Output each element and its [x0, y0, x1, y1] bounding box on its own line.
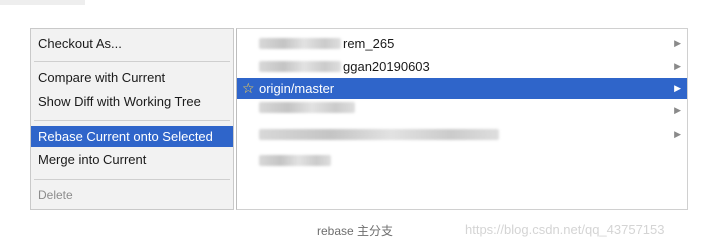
branch-name: ggan20190603 — [343, 59, 430, 74]
obscured-branch-name — [259, 155, 331, 166]
menu-item-checkout-as[interactable]: Checkout As... — [31, 33, 233, 54]
branch-name: rem_265 — [343, 36, 395, 51]
star-icon: ☆ — [242, 80, 255, 96]
menu-separator — [34, 179, 230, 180]
menu-item-delete: Delete — [38, 188, 73, 202]
chevron-right-icon: ▶ — [674, 83, 681, 93]
menu-item-rebase-current[interactable]: Rebase Current onto Selected — [31, 126, 233, 147]
chevron-right-icon: ▶ — [674, 61, 681, 71]
branch-row[interactable]: ggan20190603 ▶ — [237, 56, 687, 77]
branch-row[interactable]: ▶ — [237, 100, 687, 121]
obscured-branch-name — [259, 38, 341, 49]
menu-item-merge-into-current[interactable]: Merge into Current — [31, 149, 233, 170]
branch-row[interactable]: ▶ — [237, 124, 687, 145]
branch-row-origin-master[interactable]: ☆ origin/master ▶ — [237, 78, 687, 99]
menu-item-show-diff[interactable]: Show Diff with Working Tree — [31, 91, 233, 112]
image-caption: rebase 主分支 — [317, 224, 394, 238]
obscured-branch-name — [259, 129, 499, 140]
chevron-right-icon: ▶ — [674, 129, 681, 139]
obscured-branch-name — [259, 102, 355, 113]
watermark: https://blog.csdn.net/qq_43757153 — [465, 222, 665, 237]
menu-separator — [34, 61, 230, 62]
branch-row[interactable] — [237, 150, 687, 171]
chevron-right-icon: ▶ — [674, 38, 681, 48]
branch-context-menu: Checkout As... Compare with Current Show… — [30, 28, 234, 210]
menu-separator — [34, 120, 230, 121]
menu-item-compare-with-current[interactable]: Compare with Current — [31, 67, 233, 88]
branch-name: origin/master — [259, 81, 335, 96]
branch-row[interactable]: rem_265 ▶ — [237, 33, 687, 54]
branch-list: rem_265 ▶ ggan20190603 ▶ ☆ origin/master… — [236, 28, 688, 210]
chevron-right-icon: ▶ — [674, 105, 681, 115]
top-strip — [0, 0, 85, 5]
obscured-branch-name — [259, 61, 341, 72]
